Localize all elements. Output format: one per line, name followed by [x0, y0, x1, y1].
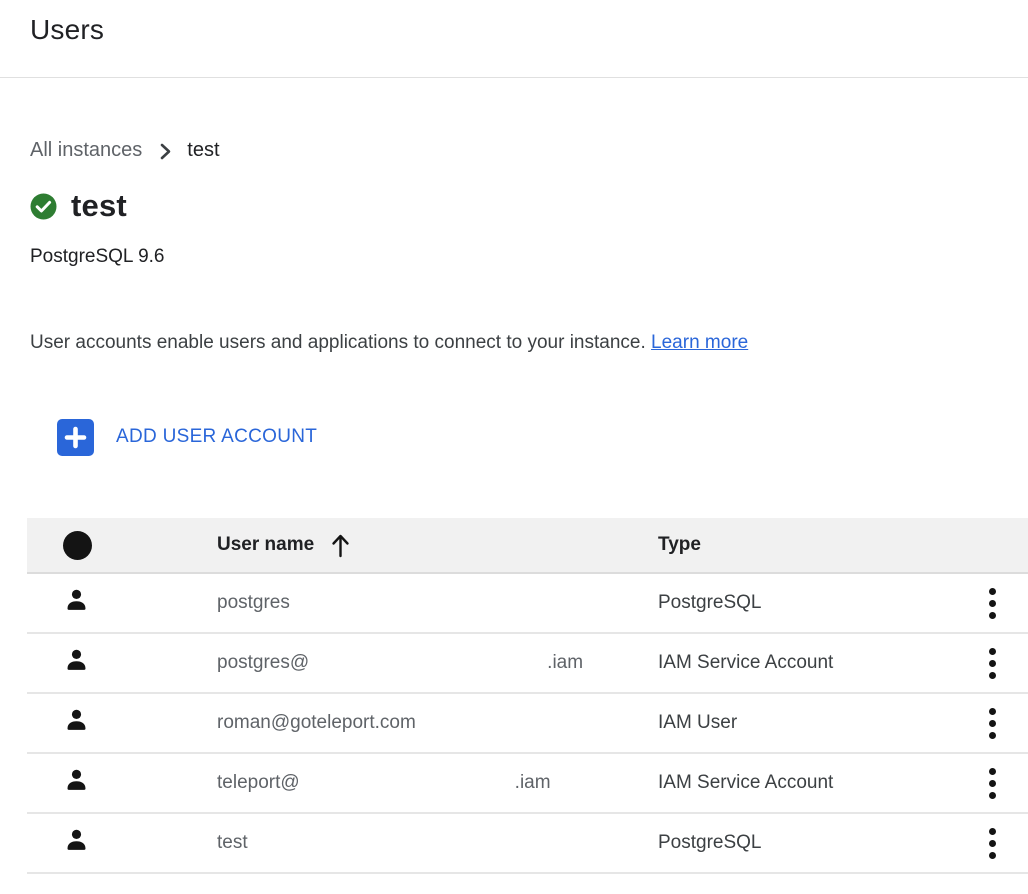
row-user-name-cell: teleport@ .iam — [217, 772, 658, 794]
user-type: IAM User — [658, 712, 737, 734]
learn-more-link[interactable]: Learn more — [651, 332, 748, 353]
row-user-name-cell: postgres@ .iam — [217, 652, 658, 674]
row-user-name-cell: test — [217, 832, 658, 854]
user-type: IAM Service Account — [658, 772, 833, 794]
table-row[interactable]: postgres PostgreSQL — [27, 574, 1028, 634]
row-avatar-cell — [27, 767, 217, 800]
user-name-suffix: .iam — [515, 772, 551, 794]
person-icon — [63, 647, 90, 680]
table-row[interactable]: test PostgreSQL — [27, 814, 1028, 874]
filled-circle-icon — [63, 531, 92, 560]
row-menu-cell — [956, 822, 1028, 865]
plus-icon — [57, 419, 94, 456]
header-type[interactable]: Type — [658, 534, 956, 556]
table-row[interactable]: roman@goteleport.com IAM User — [27, 694, 1028, 754]
header-user-name-label: User name — [217, 534, 314, 556]
user-name-redacted-gap — [300, 783, 515, 784]
row-avatar-cell — [27, 707, 217, 740]
row-avatar-cell — [27, 587, 217, 620]
user-type: PostgreSQL — [658, 592, 762, 614]
breadcrumb: All instances test — [30, 136, 1028, 164]
page-header: Users — [0, 0, 1028, 78]
row-avatar-cell — [27, 647, 217, 680]
person-icon — [63, 587, 90, 620]
row-type-cell: IAM Service Account — [658, 652, 956, 674]
row-menu-cell — [956, 582, 1028, 625]
row-menu-cell — [956, 642, 1028, 685]
row-kebab-menu-icon[interactable] — [985, 762, 1000, 805]
row-kebab-menu-icon[interactable] — [985, 642, 1000, 685]
user-name-prefix: test — [217, 832, 248, 854]
row-kebab-menu-icon[interactable] — [985, 702, 1000, 745]
row-type-cell: IAM Service Account — [658, 772, 956, 794]
description-text: User accounts enable users and applicati… — [30, 332, 1028, 358]
user-name: test — [217, 832, 248, 854]
row-menu-cell — [956, 702, 1028, 745]
users-table: User name Type postgres — [27, 518, 1028, 874]
add-user-account-label: ADD USER ACCOUNT — [116, 426, 317, 448]
header-type-label: Type — [658, 534, 701, 556]
table-row[interactable]: postgres@ .iam IAM Service Account — [27, 634, 1028, 694]
chevron-right-icon — [158, 143, 173, 160]
instance-version: PostgreSQL 9.6 — [30, 246, 1028, 268]
table-body: postgres PostgreSQL postgres@ .iam — [27, 574, 1028, 874]
user-name-prefix: roman@goteleport.com — [217, 712, 416, 734]
user-name-suffix: .iam — [547, 652, 583, 674]
instance-name: test — [71, 188, 127, 224]
person-icon — [63, 827, 90, 860]
row-user-name-cell: postgres — [217, 592, 658, 614]
user-name-prefix: postgres@ — [217, 652, 309, 674]
user-name: postgres@ .iam — [217, 652, 583, 674]
header-user-name[interactable]: User name — [217, 533, 658, 558]
description-body: User accounts enable users and applicati… — [30, 332, 651, 353]
row-type-cell: IAM User — [658, 712, 956, 734]
person-icon — [63, 767, 90, 800]
breadcrumb-all-instances[interactable]: All instances — [30, 139, 142, 162]
sort-ascending-arrow-icon — [330, 533, 351, 558]
table-row[interactable]: teleport@ .iam IAM Service Account — [27, 754, 1028, 814]
row-menu-cell — [956, 762, 1028, 805]
row-kebab-menu-icon[interactable] — [985, 822, 1000, 865]
status-check-circle-icon — [30, 193, 57, 220]
user-name: teleport@ .iam — [217, 772, 551, 794]
user-name-prefix: teleport@ — [217, 772, 300, 794]
user-name-redacted-gap — [309, 663, 547, 664]
user-type: PostgreSQL — [658, 832, 762, 854]
user-name: roman@goteleport.com — [217, 712, 416, 734]
user-name-prefix: postgres — [217, 592, 290, 614]
user-type: IAM Service Account — [658, 652, 833, 674]
instance-title-row: test — [30, 182, 1028, 230]
row-type-cell: PostgreSQL — [658, 832, 956, 854]
user-name: postgres — [217, 592, 290, 614]
table-header-row: User name Type — [27, 518, 1028, 574]
page-title: Users — [30, 14, 1028, 46]
row-type-cell: PostgreSQL — [658, 592, 956, 614]
row-avatar-cell — [27, 827, 217, 860]
add-user-account-button[interactable]: ADD USER ACCOUNT — [57, 418, 317, 456]
row-kebab-menu-icon[interactable] — [985, 582, 1000, 625]
row-user-name-cell: roman@goteleport.com — [217, 712, 658, 734]
person-icon — [63, 707, 90, 740]
header-avatar-column — [27, 531, 217, 560]
breadcrumb-current: test — [187, 139, 219, 162]
